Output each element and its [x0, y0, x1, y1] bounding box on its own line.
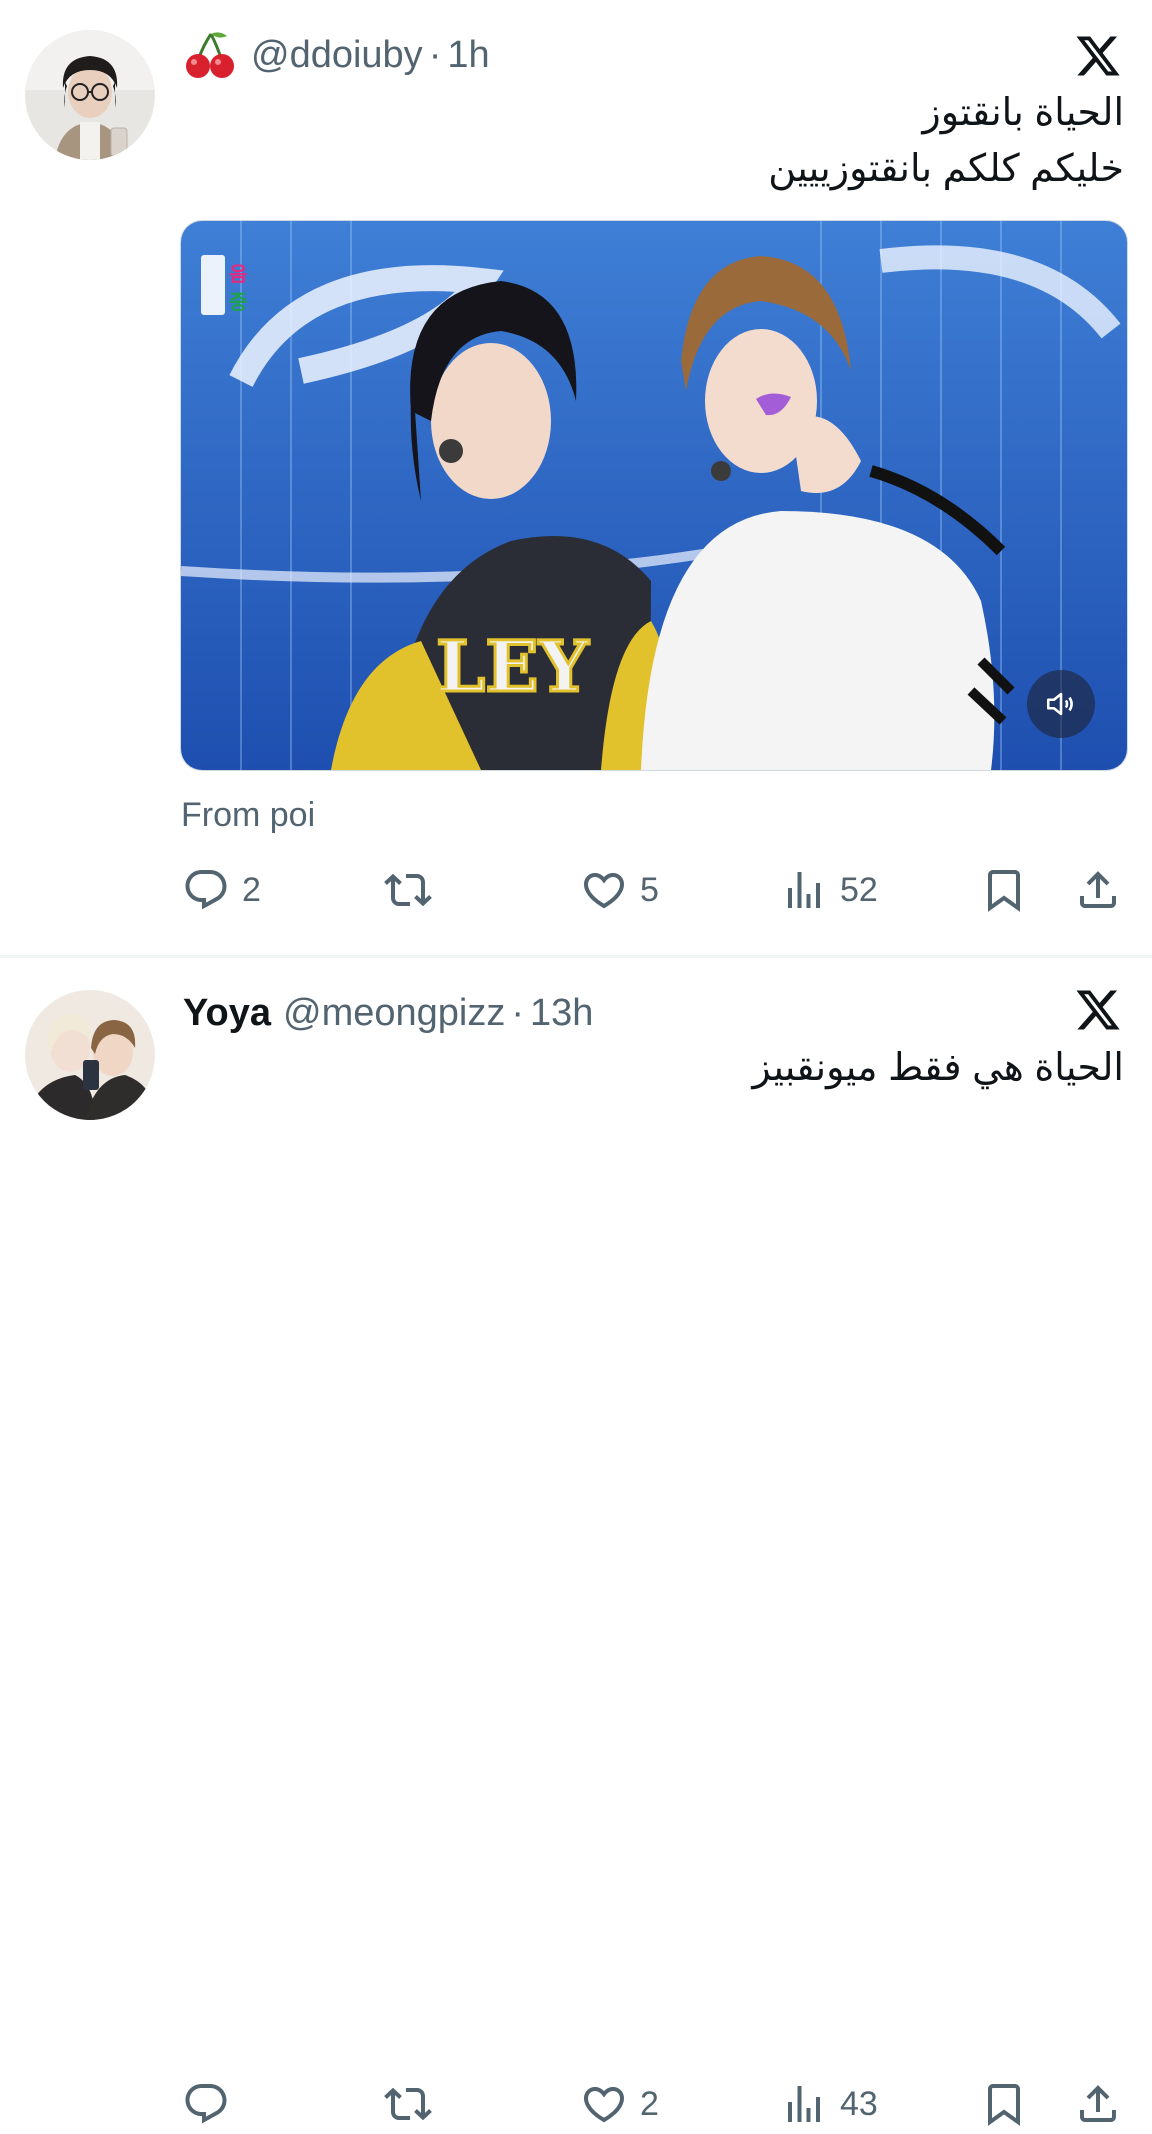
separator: ·	[511, 991, 525, 1034]
like-icon	[580, 2080, 628, 2128]
sound-toggle-button[interactable]	[1027, 670, 1095, 738]
like-count: 2	[640, 2084, 659, 2123]
tweet-text-line: الحياة هي فقط ميونقبيز	[752, 1047, 1124, 1089]
like-icon	[580, 866, 628, 914]
tweet-text: الحياة بانقتوز خليكم كلكم بانقتوزييين	[768, 85, 1124, 197]
timestamp[interactable]: 13h	[530, 992, 593, 1035]
bookmark-icon	[980, 866, 1028, 914]
views-count: 52	[840, 870, 878, 909]
tweet-text: الحياة هي فقط ميونقبيز	[752, 1040, 1124, 1096]
broadcaster-logo: 음 중	[201, 255, 247, 315]
like-button[interactable]: 2	[580, 2074, 659, 2134]
like-button[interactable]: 5	[580, 860, 659, 920]
timestamp[interactable]: 1h	[447, 34, 489, 77]
bookmark-button[interactable]	[980, 860, 1028, 920]
x-logo-icon[interactable]	[1074, 32, 1122, 80]
share-button[interactable]	[1074, 2074, 1122, 2134]
views-icon	[780, 2080, 828, 2128]
views-button[interactable]: 52	[780, 860, 878, 920]
svg-text:LEY: LEY	[436, 625, 590, 708]
video-frame: LEY 음 중	[181, 221, 1127, 770]
svg-text:음: 음	[229, 262, 247, 286]
tweet[interactable]: Yoya @meongpizz · 13h الحياة هي فقط ميون…	[0, 958, 1152, 1200]
tweet-text-line: الحياة بانقتوز	[922, 92, 1124, 134]
reply-icon	[182, 866, 230, 914]
tweet-header: Yoya @meongpizz · 13h	[183, 988, 593, 1038]
avatar[interactable]	[25, 30, 155, 160]
tweet-header: @ddoiuby · 1h	[183, 30, 490, 80]
reply-button[interactable]: 2	[182, 860, 261, 920]
reply-button[interactable]	[182, 2074, 230, 2134]
reply-count: 2	[242, 870, 261, 909]
avatar[interactable]	[25, 990, 155, 1120]
views-count: 43	[840, 2084, 878, 2123]
views-icon	[780, 866, 828, 914]
x-logo-icon[interactable]	[1074, 986, 1122, 1034]
tweet-actions: 2 5 52	[0, 860, 1152, 920]
tweet-actions: 2 43	[0, 2074, 1152, 2134]
svg-text:중: 중	[229, 290, 247, 314]
tweet-text-line: خليكم كلكم بانقتوزييين	[768, 148, 1124, 190]
sound-icon	[1046, 692, 1073, 716]
bookmark-icon	[980, 2080, 1028, 2128]
share-icon	[1074, 2080, 1122, 2128]
retweet-icon	[384, 2080, 432, 2128]
retweet-button[interactable]	[384, 860, 432, 920]
avatar-image	[25, 990, 155, 1120]
retweet-button[interactable]	[384, 2074, 432, 2134]
like-count: 5	[640, 870, 659, 909]
media-caption[interactable]: From poi	[181, 796, 315, 835]
handle[interactable]: @ddoiuby	[251, 34, 423, 77]
bookmark-button[interactable]	[980, 2074, 1028, 2134]
video-player[interactable]: LEY 음 중	[180, 220, 1128, 771]
avatar-image	[25, 30, 155, 160]
tweet[interactable]: @ddoiuby · 1h الحياة بانقتوز خليكم كلكم …	[0, 0, 1152, 955]
cherry-emoji-icon	[186, 32, 234, 78]
reply-icon	[182, 2080, 230, 2128]
retweet-icon	[384, 866, 432, 914]
views-button[interactable]: 43	[780, 2074, 878, 2134]
share-icon	[1074, 866, 1122, 914]
display-name[interactable]: Yoya	[183, 992, 271, 1035]
share-button[interactable]	[1074, 860, 1122, 920]
handle[interactable]: @meongpizz	[283, 992, 505, 1035]
separator: ·	[428, 33, 442, 76]
